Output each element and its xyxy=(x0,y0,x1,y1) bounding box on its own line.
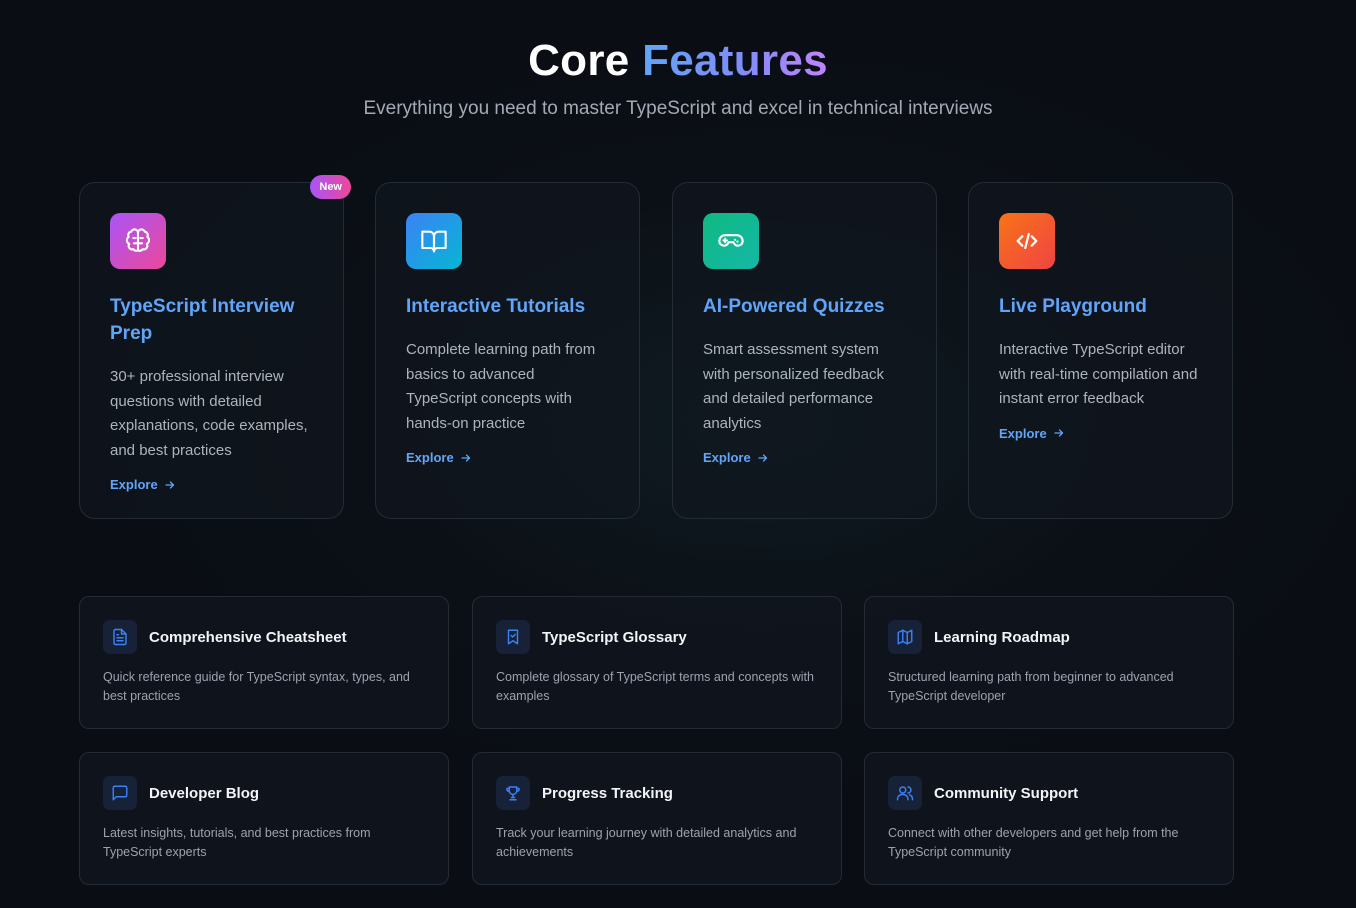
resource-title: TypeScript Glossary xyxy=(542,628,687,646)
resource-title: Progress Tracking xyxy=(542,784,673,802)
feature-card-quizzes[interactable]: AI-Powered Quizzes Smart assessment syst… xyxy=(672,182,937,519)
resource-card-cheatsheet[interactable]: Comprehensive Cheatsheet Quick reference… xyxy=(79,596,449,729)
arrow-right-icon xyxy=(758,453,767,462)
trophy-icon xyxy=(496,776,530,810)
book-open-icon xyxy=(406,213,462,269)
feature-title: AI-Powered Quizzes xyxy=(703,296,885,317)
resource-title: Community Support xyxy=(934,784,1079,802)
explore-label: Explore xyxy=(999,425,1047,441)
feature-card-tutorials[interactable]: Interactive Tutorials Complete learning … xyxy=(375,182,640,519)
resource-description: Quick reference guide for TypeScript syn… xyxy=(103,670,410,703)
resource-title: Developer Blog xyxy=(149,784,260,802)
file-text-icon xyxy=(103,620,137,654)
title-word-core: Core xyxy=(528,36,630,85)
feature-description: Interactive TypeScript editor with real-… xyxy=(999,341,1198,407)
explore-link[interactable]: Explore xyxy=(999,426,1065,441)
arrow-right-icon xyxy=(461,453,470,462)
resource-title: Learning Roadmap xyxy=(934,628,1070,646)
feature-card-playground[interactable]: Live Playground Interactive TypeScript e… xyxy=(968,182,1233,519)
explore-link[interactable]: Explore xyxy=(703,450,769,465)
arrow-right-icon xyxy=(1054,429,1063,437)
feature-description: Complete learning path from basics to ad… xyxy=(406,341,596,432)
feature-title: Live Playground xyxy=(999,296,1147,317)
explore-link[interactable]: Explore xyxy=(406,450,472,465)
explore-link[interactable]: Explore xyxy=(110,477,176,492)
feature-title: Interactive Tutorials xyxy=(406,296,586,317)
map-icon xyxy=(888,620,922,654)
code-icon xyxy=(999,213,1055,269)
resource-card-community[interactable]: Community Support Connect with other dev… xyxy=(864,752,1234,885)
feature-title: TypeScript Interview Prep xyxy=(110,296,295,344)
resource-description: Latest insights, tutorials, and best pra… xyxy=(103,826,371,859)
resource-description: Track your learning journey with detaile… xyxy=(496,826,797,859)
title-word-features: Features xyxy=(642,36,828,85)
gamepad-icon xyxy=(703,213,759,269)
users-icon xyxy=(888,776,922,810)
resources-grid: Comprehensive Cheatsheet Quick reference… xyxy=(79,596,1234,886)
resource-description: Connect with other developers and get he… xyxy=(888,826,1179,859)
explore-label: Explore xyxy=(703,450,751,465)
bookmark-icon xyxy=(496,620,530,654)
feature-description: 30+ professional interview questions wit… xyxy=(110,368,308,459)
feature-description: Smart assessment system with personalize… xyxy=(703,341,884,432)
page-title: Core Features xyxy=(0,36,1356,86)
explore-label: Explore xyxy=(110,477,158,492)
explore-label: Explore xyxy=(406,450,454,465)
brain-icon xyxy=(110,213,166,269)
resource-description: Structured learning path from beginner t… xyxy=(888,670,1174,703)
page-subtitle: Everything you need to master TypeScript… xyxy=(363,98,993,119)
resource-title: Comprehensive Cheatsheet xyxy=(149,628,347,646)
arrow-right-icon xyxy=(165,480,174,489)
resource-description: Complete glossary of TypeScript terms an… xyxy=(496,670,814,703)
core-features-grid: New TypeScript Interview Prep 30+ profes… xyxy=(79,175,1234,521)
new-badge: New xyxy=(310,175,351,199)
resource-card-glossary[interactable]: TypeScript Glossary Complete glossary of… xyxy=(472,596,842,729)
feature-card-interview-prep[interactable]: New TypeScript Interview Prep 30+ profes… xyxy=(79,175,351,519)
section-header: Core Features Everything you need to mas… xyxy=(0,36,1356,120)
resource-card-blog[interactable]: Developer Blog Latest insights, tutorial… xyxy=(79,752,449,885)
resource-card-roadmap[interactable]: Learning Roadmap Structured learning pat… xyxy=(864,596,1234,729)
resource-card-progress[interactable]: Progress Tracking Track your learning jo… xyxy=(472,752,842,885)
message-square-icon xyxy=(103,776,137,810)
